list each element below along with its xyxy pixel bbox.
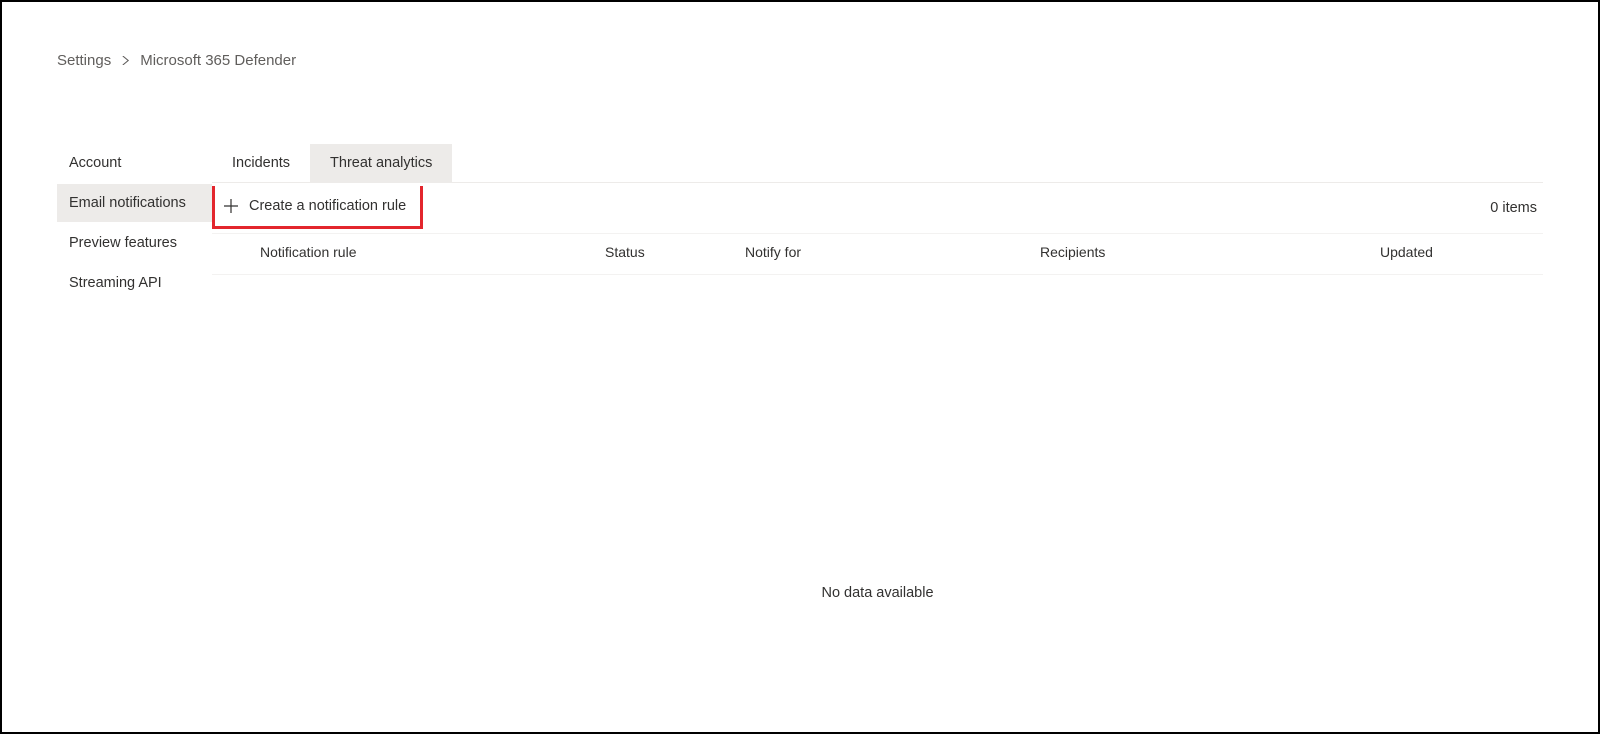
breadcrumb-current: Microsoft 365 Defender [140,52,296,69]
item-count: 0 items [1490,200,1543,216]
tab-incidents[interactable]: Incidents [212,144,310,182]
sidebar: Account Email notifications Preview feat… [57,144,212,601]
main-content: Incidents Threat analytics Create a noti… [212,144,1543,601]
sidebar-item-email-notifications[interactable]: Email notifications [57,184,212,222]
breadcrumb-root[interactable]: Settings [57,52,111,69]
sidebar-item-streaming-api[interactable]: Streaming API [57,264,212,302]
breadcrumb: Settings Microsoft 365 Defender [57,52,1543,69]
empty-state-message: No data available [212,275,1543,601]
column-header-updated[interactable]: Updated [1380,244,1543,260]
column-header-notify-for[interactable]: Notify for [745,244,1040,260]
create-rule-label: Create a notification rule [249,198,406,214]
sidebar-item-preview-features[interactable]: Preview features [57,224,212,262]
column-header-recipients[interactable]: Recipients [1040,244,1380,260]
table-header: Notification rule Status Notify for Reci… [212,234,1543,275]
column-header-status[interactable]: Status [605,244,745,260]
tabs: Incidents Threat analytics [212,144,1543,183]
tab-threat-analytics[interactable]: Threat analytics [310,144,452,182]
chevron-right-icon [121,53,130,68]
sidebar-item-account[interactable]: Account [57,144,212,182]
create-notification-rule-button[interactable]: Create a notification rule [212,186,423,229]
plus-icon [223,198,239,214]
column-header-notification-rule[interactable]: Notification rule [260,244,605,260]
toolbar: Create a notification rule 0 items [212,183,1543,233]
table: Notification rule Status Notify for Reci… [212,233,1543,601]
